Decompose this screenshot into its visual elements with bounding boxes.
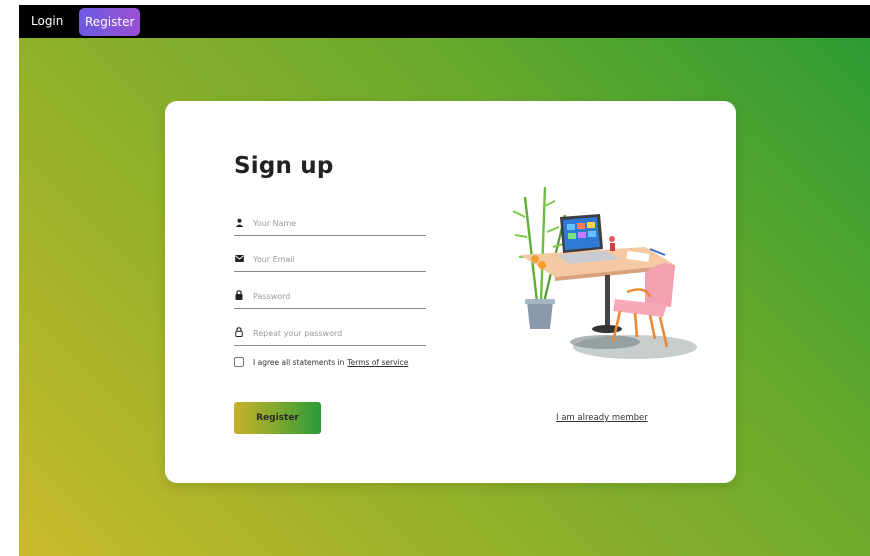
name-field[interactable] (234, 212, 426, 236)
lock-icon (234, 289, 244, 301)
desk-workspace-illustration (512, 186, 697, 359)
repeat-password-field[interactable] (234, 322, 426, 346)
page-background: Login Register Sign up Your Name Your Em… (19, 5, 870, 556)
already-member-link[interactable]: I am already member (556, 413, 648, 423)
email-input[interactable] (253, 248, 423, 270)
top-navigation-bar: Login Register (19, 5, 870, 38)
repeat-password-input[interactable] (253, 322, 423, 344)
mail-icon (234, 252, 244, 264)
person-icon (234, 216, 244, 228)
signup-card: Sign up I agree a (165, 101, 736, 483)
name-input[interactable] (253, 212, 423, 234)
page-title: Sign up (234, 153, 334, 179)
email-field[interactable] (234, 248, 426, 272)
nav-login-link[interactable]: Login (31, 14, 63, 28)
agree-label: I agree all statements in (253, 357, 345, 367)
password-input[interactable] (253, 285, 423, 307)
agree-checkbox[interactable] (234, 357, 244, 367)
agree-terms-row: I agree all statements in Terms of servi… (234, 357, 408, 367)
terms-of-service-link[interactable]: Terms of service (347, 358, 408, 367)
lock-outline-icon (234, 326, 244, 338)
nav-register-button[interactable]: Register (79, 8, 141, 36)
password-field[interactable] (234, 285, 426, 309)
register-button[interactable]: Register (234, 402, 321, 434)
